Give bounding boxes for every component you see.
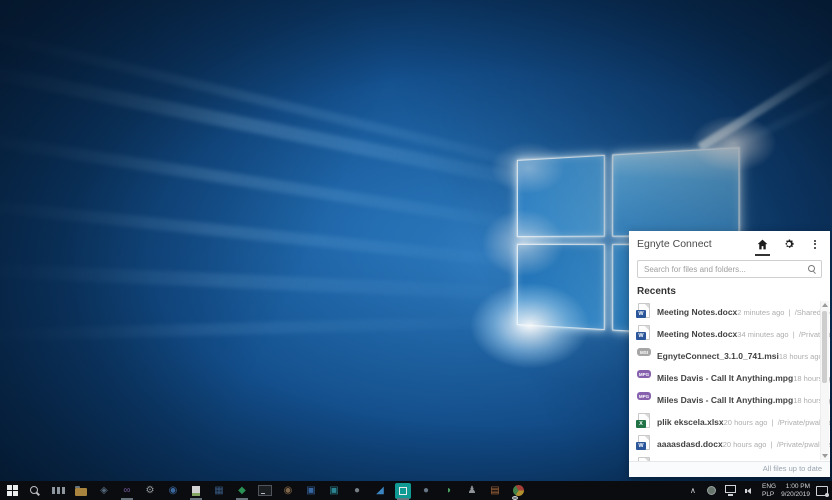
scrollbar[interactable] <box>820 301 829 460</box>
file-meta: 20 hours ago | /Private/pwalczak/TURBO_T… <box>723 440 830 449</box>
clock-date: 9/20/2019 <box>781 491 810 499</box>
volume-tray-icon[interactable] <box>743 483 757 499</box>
app-icon-round-gray[interactable]: ● <box>418 483 434 499</box>
language-indicator[interactable]: ENG PLP <box>762 483 776 498</box>
scrollbar-thumb[interactable] <box>822 311 827 383</box>
file-name: Meeting Notes.docx <box>657 307 737 317</box>
egnyte-app-icon[interactable] <box>395 483 411 499</box>
file-name: plik ekscela.xlsx <box>657 417 724 427</box>
app-icon-blue-fin[interactable]: ◢ <box>372 483 388 499</box>
list-item[interactable]: X plik ekscela.xlsx20 hours ago | /Priva… <box>629 410 830 432</box>
chrome-icon[interactable] <box>510 483 526 499</box>
app-icon-orange-book[interactable]: ▤ <box>487 483 503 499</box>
active-tab-underline <box>755 254 770 256</box>
search-magnifier-icon[interactable] <box>808 265 816 273</box>
file-type-icon: X <box>637 413 651 428</box>
app-icon-gray[interactable]: ● <box>349 483 365 499</box>
light-beam <box>0 262 540 301</box>
file-meta: 20 hours ago | /Private/pwalczak/Micro$o… <box>724 418 830 427</box>
app-icon-people[interactable]: ♟ <box>464 483 480 499</box>
terminal-icon[interactable] <box>257 483 273 499</box>
windows-logo-pane <box>612 147 739 236</box>
file-meta: 34 minutes ago | /Private/pwalczak/conne… <box>737 330 830 339</box>
more-menu-button[interactable] <box>807 234 822 255</box>
language-code: ENG <box>762 483 776 491</box>
gear-icon <box>783 238 795 250</box>
app-icon-dark-blue[interactable]: ▦ <box>211 483 227 499</box>
task-view-icon[interactable] <box>50 483 66 499</box>
file-name: Miles Davis - Call It Anything.mpg <box>657 373 793 383</box>
file-type-icon: W <box>637 457 651 461</box>
app-icon-blue-round[interactable]: ◉ <box>165 483 181 499</box>
notepad-icon[interactable] <box>188 483 204 499</box>
windows-logo-pane <box>517 155 605 237</box>
app-icon-green-diamond[interactable]: ◆ <box>234 483 250 499</box>
kebab-menu-icon <box>812 239 818 250</box>
visual-studio-icon[interactable]: ∞ <box>119 483 135 499</box>
list-item[interactable]: W aaaasdasd.docx20 hours ago | /Private/… <box>629 432 830 454</box>
light-beam <box>698 48 832 151</box>
action-center-icon[interactable] <box>815 483 829 499</box>
taskbar: ◈ ∞ ⚙ ◉ ▦ ◆ ◉ ▣ ▣ ● ◢ ● ◗ ♟ ▤ ∧ ENG PLP 1:00 PM 9/20/2… <box>0 481 832 500</box>
tray-overflow-chevron-icon[interactable]: ∧ <box>686 483 700 499</box>
file-name: Miles Davis - Call It Anything.mpg <box>657 395 793 405</box>
search-input[interactable] <box>638 265 821 274</box>
windows-logo-pane <box>517 244 605 330</box>
recents-heading: Recents <box>629 283 830 300</box>
file-name: aaaasdasd.docx <box>657 439 723 449</box>
list-item[interactable]: W Meeting Notes.docx2 minutes ago | /Sha… <box>629 300 830 322</box>
file-meta: 2 minutes ago | /Shared/Meeting Archive <box>737 308 830 317</box>
app-icon-teal-square[interactable]: ▣ <box>326 483 342 499</box>
light-beam <box>0 315 530 342</box>
scroll-up-arrow-icon[interactable] <box>822 303 828 307</box>
search-icon[interactable] <box>27 483 43 499</box>
search-box <box>637 260 822 278</box>
egnyte-tray-icon[interactable] <box>705 483 719 499</box>
list-item[interactable]: W pinttest - Copy.docx10 days ago | /Pri… <box>629 454 830 461</box>
display-tray-icon[interactable] <box>724 483 738 499</box>
recents-list: W Meeting Notes.docx2 minutes ago | /Sha… <box>629 300 830 461</box>
file-name: Meeting Notes.docx <box>657 329 737 339</box>
search-area <box>629 257 830 283</box>
panel-header: Egnyte Connect <box>629 231 830 257</box>
file-explorer-icon[interactable] <box>73 483 89 499</box>
list-item[interactable]: W Meeting Notes.docx34 minutes ago | /Pr… <box>629 322 830 344</box>
file-type-icon: MPG <box>637 391 651 406</box>
list-item[interactable]: MPG Miles Davis - Call It Anything.mpg18… <box>629 366 830 388</box>
clock-time: 1:00 PM <box>781 483 810 491</box>
file-type-icon: MPG <box>637 369 651 384</box>
scroll-down-arrow-icon[interactable] <box>822 454 828 458</box>
file-type-icon: W <box>637 435 651 450</box>
file-type-icon: W <box>637 325 651 340</box>
keyboard-layout-code: PLP <box>762 491 776 499</box>
file-type-icon: MSI <box>637 347 651 362</box>
settings-gear-icon[interactable]: ⚙ <box>142 483 158 499</box>
egnyte-connect-panel: Egnyte Connect Recents W Meeting Notes. <box>629 231 830 477</box>
file-name: EgnyteConnect_3.1.0_741.msi <box>657 351 779 361</box>
app-icon-blue-square[interactable]: ▣ <box>303 483 319 499</box>
app-icon-round-brown[interactable]: ◉ <box>280 483 296 499</box>
app-icon-green-leaf[interactable]: ◗ <box>441 483 457 499</box>
sync-status: All files up to date <box>629 461 830 477</box>
panel-title: Egnyte Connect <box>637 238 755 250</box>
list-item[interactable]: MPG Miles Davis - Call It Anything.mpg18… <box>629 388 830 410</box>
home-icon <box>756 238 769 251</box>
home-tab-button[interactable] <box>755 233 770 256</box>
file-type-icon: W <box>637 303 651 318</box>
list-item[interactable]: MSI EgnyteConnect_3.1.0_741.msi18 hours … <box>629 344 830 366</box>
light-beam <box>0 128 544 234</box>
light-beam <box>0 55 588 200</box>
app-icon-diamond[interactable]: ◈ <box>96 483 112 499</box>
start-button[interactable] <box>4 483 20 499</box>
light-beam <box>0 196 537 270</box>
system-tray: ∧ ENG PLP 1:00 PM 9/20/2019 <box>686 481 829 500</box>
clock[interactable]: 1:00 PM 9/20/2019 <box>781 483 810 498</box>
settings-button[interactable] <box>781 233 796 255</box>
